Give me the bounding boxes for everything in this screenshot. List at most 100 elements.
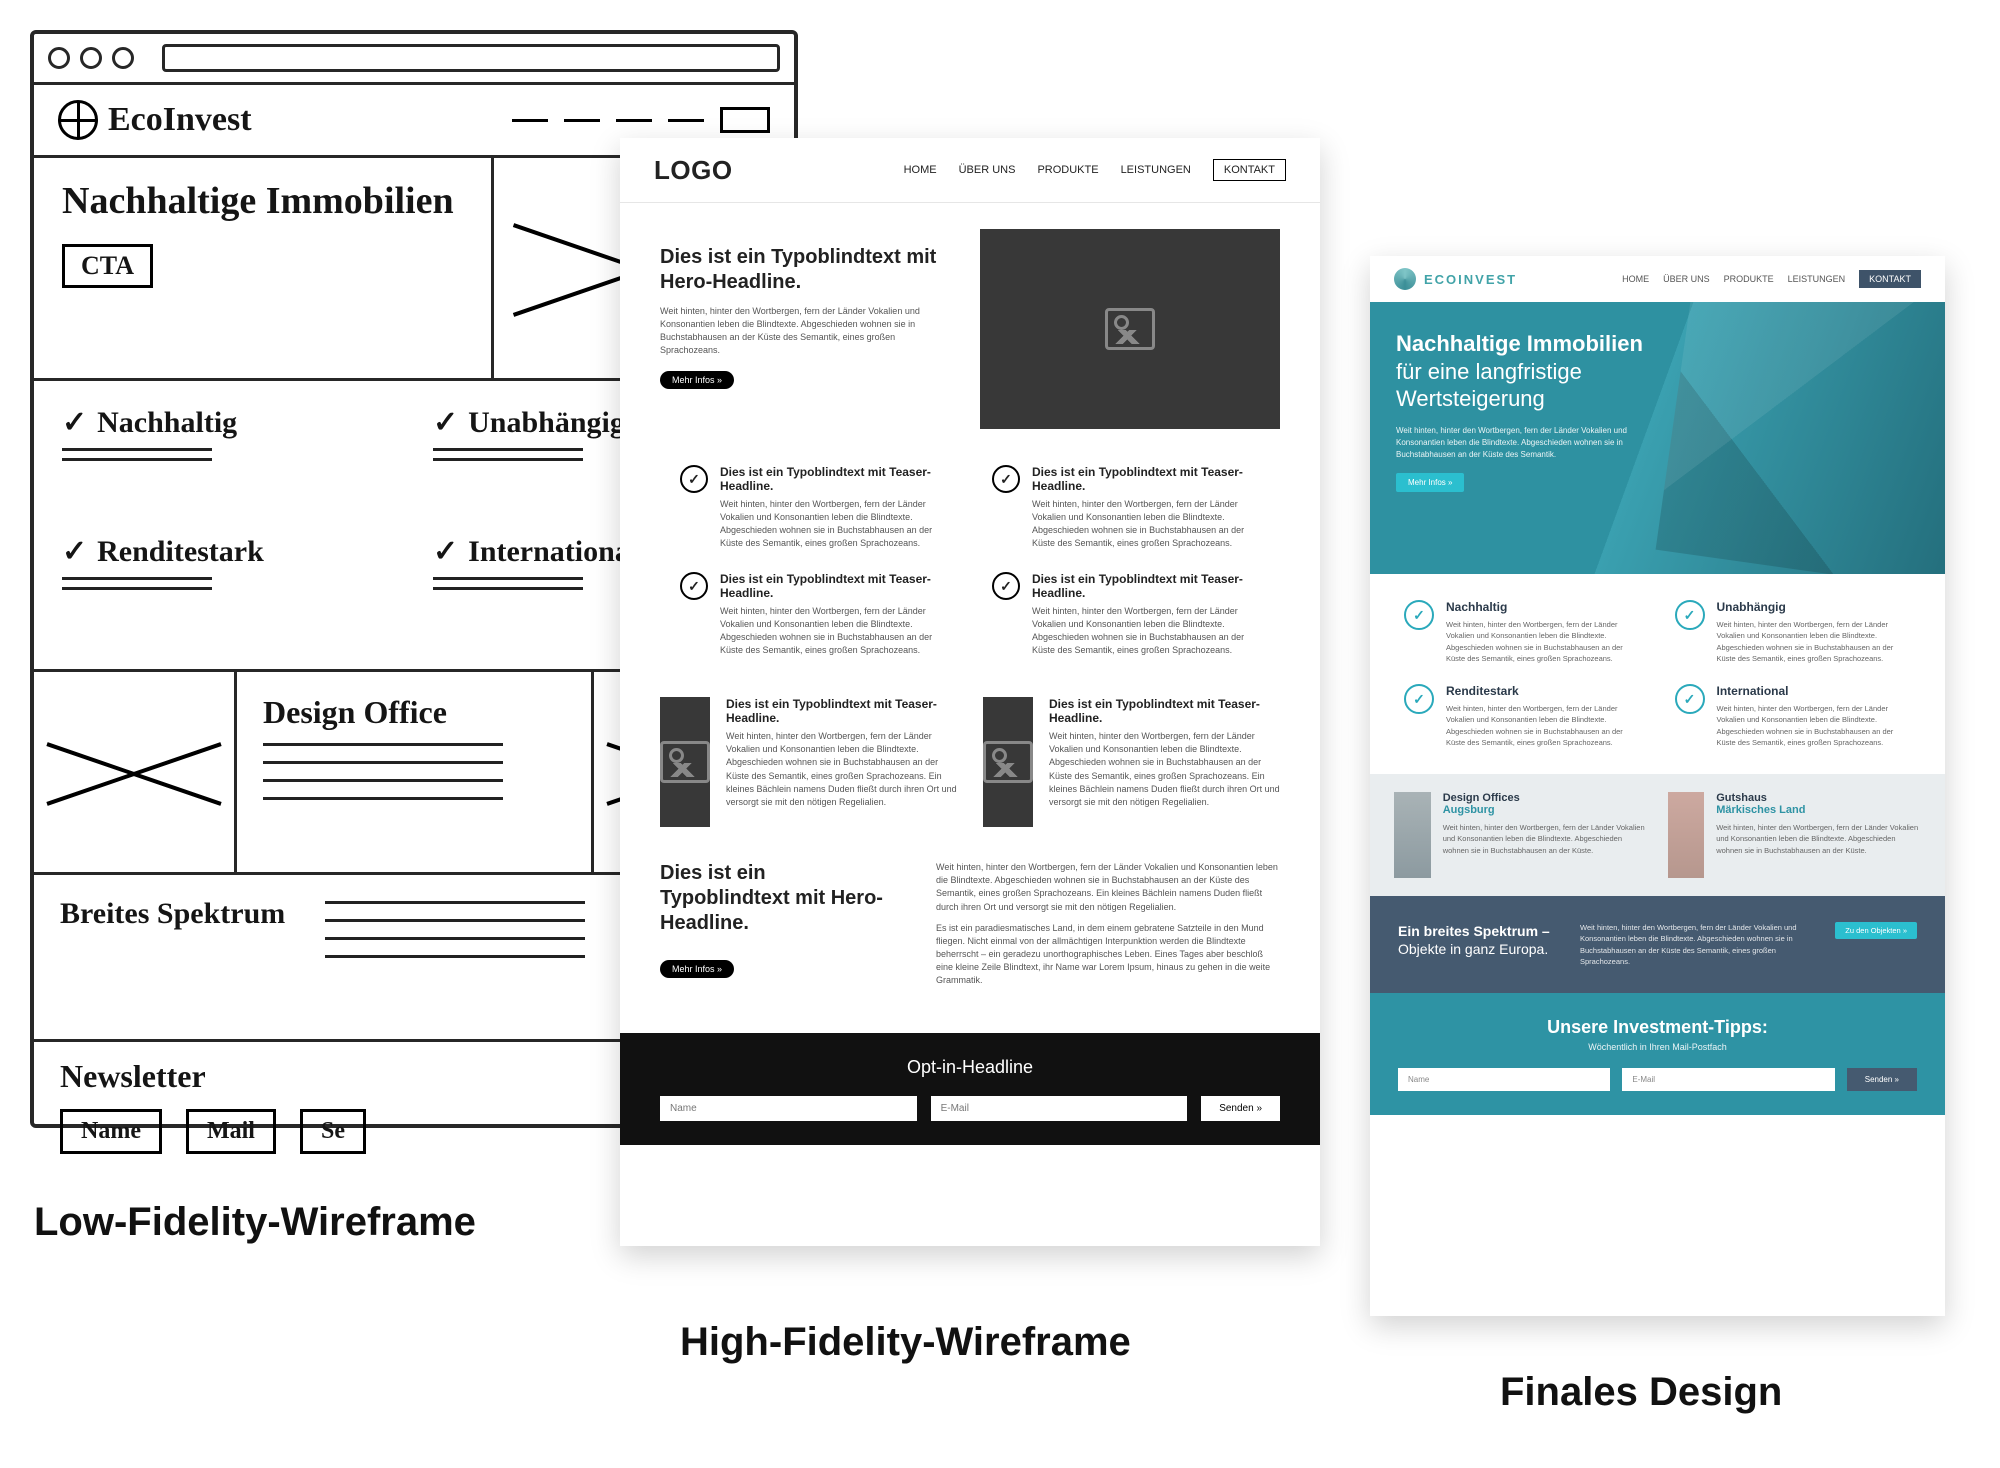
spectrum-title: Breites Spektrum	[60, 897, 285, 931]
project-image	[983, 697, 1033, 827]
check-icon: ✓	[680, 465, 708, 493]
nav-link[interactable]	[512, 119, 548, 122]
nav-link[interactable]: HOME	[904, 164, 937, 176]
url-bar[interactable]	[162, 44, 780, 72]
check-icon: ✓	[1404, 684, 1434, 714]
feature-body: Weit hinten, hinter den Wortbergen, fern…	[1032, 498, 1260, 550]
nav-link[interactable]: ÜBER UNS	[1663, 274, 1710, 284]
image-icon	[1105, 308, 1155, 350]
feature-title: Dies ist ein Typoblindtext mit Teaser-He…	[720, 572, 948, 600]
logo: LOGO	[654, 155, 733, 186]
project-body: Weit hinten, hinter den Wortbergen, fern…	[726, 730, 957, 808]
project-subtitle: Märkisches Land	[1716, 804, 1921, 816]
check-icon: ✓	[62, 405, 87, 440]
newsletter-sub: Wöchentlich in Ihren Mail-Postfach	[1398, 1042, 1917, 1052]
feature-title: Renditestark	[97, 535, 264, 568]
logo-icon	[1394, 268, 1416, 290]
email-input[interactable]: E-Mail	[931, 1096, 1188, 1121]
hero-headline: Dies ist ein Typoblindtext mit Hero-Head…	[660, 245, 950, 295]
feature-title: Dies ist ein Typoblindtext mit Teaser-He…	[1032, 465, 1260, 493]
project-image	[1668, 792, 1705, 878]
caption-final: Finales Design	[1500, 1370, 1782, 1415]
nav-link[interactable]: LEISTUNGEN	[1121, 164, 1191, 176]
logo-icon	[58, 100, 98, 140]
nav-contact-button[interactable]: KONTAKT	[1213, 159, 1286, 181]
feature-title: International	[468, 535, 638, 568]
name-input[interactable]: Name	[60, 1109, 162, 1154]
traffic-light-icon	[80, 47, 102, 69]
spectrum-body: Weit hinten, hinter den Wortbergen, fern…	[1580, 922, 1813, 967]
project-body: Weit hinten, hinter den Wortbergen, fern…	[1049, 730, 1280, 808]
final-design: ECOINVEST HOME ÜBER UNS PRODUKTE LEISTUN…	[1370, 256, 1945, 1316]
nav-link[interactable]: HOME	[1622, 274, 1649, 284]
check-icon: ✓	[62, 534, 87, 569]
caption-lofi: Low-Fidelity-Wireframe	[34, 1200, 476, 1245]
hero-headline: Nachhaltige Immobilien für eine langfris…	[1396, 330, 1666, 413]
hero-image-placeholder	[980, 229, 1280, 429]
nav-contact-button[interactable]: KONTAKT	[1859, 270, 1921, 288]
check-icon: ✓	[992, 465, 1020, 493]
hero-button[interactable]: Mehr Infos »	[660, 371, 734, 389]
hero-body: Weit hinten, hinter den Wortbergen, fern…	[1396, 425, 1666, 461]
project-image	[660, 697, 710, 827]
nav-contact-button[interactable]	[720, 107, 770, 133]
project-title: Dies ist ein Typoblindtext mit Teaser-He…	[1049, 697, 1280, 725]
spectrum-button[interactable]: Zu den Objekten »	[1835, 922, 1917, 939]
spectrum-headline: Ein breites Spektrum –Objekte in ganz Eu…	[1398, 922, 1558, 958]
nav-link[interactable]: LEISTUNGEN	[1788, 274, 1846, 284]
nav-link[interactable]: PRODUKTE	[1037, 164, 1098, 176]
mail-input[interactable]: Mail	[186, 1109, 276, 1154]
project-image	[1394, 792, 1431, 878]
feature-body: Weit hinten, hinter den Wortbergen, fern…	[1446, 619, 1641, 664]
send-button[interactable]: Se	[300, 1109, 366, 1154]
check-icon: ✓	[680, 572, 708, 600]
email-input[interactable]: E-Mail	[1622, 1068, 1834, 1091]
project-body: Weit hinten, hinter den Wortbergen, fern…	[1716, 822, 1921, 856]
nav-link[interactable]: ÜBER UNS	[959, 164, 1016, 176]
project-title: Design Office	[263, 694, 565, 731]
nav-link[interactable]: PRODUKTE	[1724, 274, 1774, 284]
hero-body: Weit hinten, hinter den Wortbergen, fern…	[660, 305, 950, 357]
hero-headline: Nachhaltige Immobilien	[62, 182, 463, 222]
image-icon	[660, 741, 710, 783]
project-subtitle: Augsburg	[1443, 804, 1648, 816]
nav	[512, 107, 770, 133]
feature-body: Weit hinten, hinter den Wortbergen, fern…	[1717, 703, 1912, 748]
brand: EcoInvest	[108, 101, 252, 139]
feature-title: Dies ist ein Typoblindtext mit Teaser-He…	[720, 465, 948, 493]
image-icon	[983, 741, 1033, 783]
cta-button[interactable]: Mehr Infos »	[660, 960, 734, 978]
nav-link[interactable]	[616, 119, 652, 122]
feature-title: International	[1717, 684, 1912, 698]
feature-body: Weit hinten, hinter den Wortbergen, fern…	[1032, 605, 1260, 657]
hero-button[interactable]: Mehr Infos »	[1396, 473, 1464, 492]
feature-body: Weit hinten, hinter den Wortbergen, fern…	[1717, 619, 1912, 664]
feature-title: Nachhaltig	[1446, 600, 1641, 614]
check-icon: ✓	[992, 572, 1020, 600]
feature-title: Nachhaltig	[97, 406, 237, 439]
check-icon: ✓	[1404, 600, 1434, 630]
send-button[interactable]: Senden »	[1847, 1068, 1917, 1091]
nav-link[interactable]	[668, 119, 704, 122]
check-icon: ✓	[433, 534, 458, 569]
check-icon: ✓	[433, 405, 458, 440]
traffic-light-icon	[48, 47, 70, 69]
project-body: Weit hinten, hinter den Wortbergen, fern…	[1443, 822, 1648, 856]
name-input[interactable]: Name	[1398, 1068, 1610, 1091]
browser-chrome	[34, 34, 794, 85]
check-icon: ✓	[1675, 684, 1705, 714]
feature-body: Weit hinten, hinter den Wortbergen, fern…	[1446, 703, 1641, 748]
name-input[interactable]: Name	[660, 1096, 917, 1121]
feature-title: Dies ist ein Typoblindtext mit Teaser-He…	[1032, 572, 1260, 600]
project-image-placeholder	[34, 672, 237, 872]
hero-cta-button[interactable]: CTA	[62, 244, 153, 288]
send-button[interactable]: Senden »	[1201, 1096, 1280, 1121]
feature-body: Weit hinten, hinter den Wortbergen, fern…	[720, 498, 948, 550]
feature-title: Renditestark	[1446, 684, 1641, 698]
newsletter-headline: Unsere Investment-Tipps:	[1398, 1017, 1917, 1038]
project-title: Design Offices	[1443, 792, 1648, 804]
nav-link[interactable]	[564, 119, 600, 122]
cta-body: Weit hinten, hinter den Wortbergen, fern…	[936, 861, 1280, 913]
feature-title: Unabhängig	[1717, 600, 1912, 614]
project-title: Dies ist ein Typoblindtext mit Teaser-He…	[726, 697, 957, 725]
